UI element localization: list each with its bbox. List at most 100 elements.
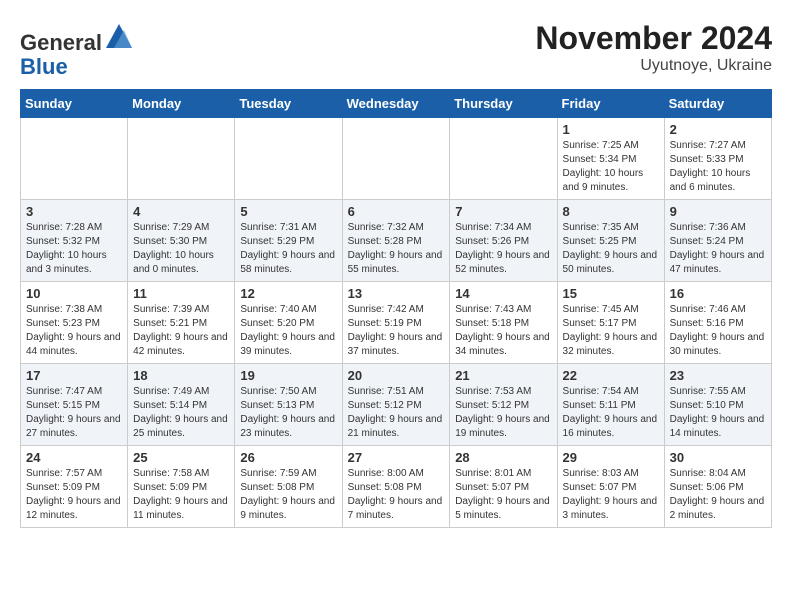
- day-info: Sunrise: 8:00 AMSunset: 5:08 PMDaylight:…: [348, 467, 445, 523]
- logo-blue-text: Blue: [20, 54, 68, 79]
- day-number: 13: [348, 286, 445, 301]
- day-info: Sunrise: 7:59 AMSunset: 5:08 PMDaylight:…: [240, 467, 336, 523]
- calendar-cell: 30 Sunrise: 8:04 AMSunset: 5:06 PMDayligh…: [664, 446, 771, 528]
- day-info: Sunrise: 7:27 AMSunset: 5:33 PMDaylight:…: [670, 139, 766, 195]
- day-info: Sunrise: 7:39 AMSunset: 5:21 PMDaylight:…: [133, 303, 229, 359]
- logo: General Blue: [20, 20, 134, 79]
- calendar-cell: 5 Sunrise: 7:31 AMSunset: 5:29 PMDaylight…: [235, 200, 342, 282]
- calendar-cell: 15 Sunrise: 7:45 AMSunset: 5:17 PMDayligh…: [557, 282, 664, 364]
- day-info: Sunrise: 7:28 AMSunset: 5:32 PMDaylight:…: [26, 221, 122, 277]
- logo-general-text: General: [20, 30, 102, 55]
- calendar-header-friday: Friday: [557, 90, 664, 118]
- calendar-cell: 10 Sunrise: 7:38 AMSunset: 5:23 PMDayligh…: [21, 282, 128, 364]
- day-info: Sunrise: 8:04 AMSunset: 5:06 PMDaylight:…: [670, 467, 766, 523]
- day-info: Sunrise: 8:03 AMSunset: 5:07 PMDaylight:…: [563, 467, 659, 523]
- day-info: Sunrise: 7:36 AMSunset: 5:24 PMDaylight:…: [670, 221, 766, 277]
- calendar-cell: 27 Sunrise: 8:00 AMSunset: 5:08 PMDayligh…: [342, 446, 450, 528]
- day-number: 21: [455, 368, 551, 383]
- day-number: 12: [240, 286, 336, 301]
- day-number: 16: [670, 286, 766, 301]
- day-info: Sunrise: 7:49 AMSunset: 5:14 PMDaylight:…: [133, 385, 229, 441]
- day-info: Sunrise: 7:42 AMSunset: 5:19 PMDaylight:…: [348, 303, 445, 359]
- calendar-cell: 24 Sunrise: 7:57 AMSunset: 5:09 PMDayligh…: [21, 446, 128, 528]
- title-area: November 2024 Uyutnoye, Ukraine: [535, 20, 772, 75]
- calendar-cell: 3 Sunrise: 7:28 AMSunset: 5:32 PMDaylight…: [21, 200, 128, 282]
- day-info: Sunrise: 7:35 AMSunset: 5:25 PMDaylight:…: [563, 221, 659, 277]
- day-number: 10: [26, 286, 122, 301]
- day-info: Sunrise: 7:34 AMSunset: 5:26 PMDaylight:…: [455, 221, 551, 277]
- calendar-cell: 4Sunrise: 7:29 AMSunset: 5:30 PMDaylight…: [128, 200, 235, 282]
- day-info: Sunrise: 8:01 AMSunset: 5:07 PMDaylight:…: [455, 467, 551, 523]
- calendar-cell: 18 Sunrise: 7:49 AMSunset: 5:14 PMDayligh…: [128, 364, 235, 446]
- day-number: 28: [455, 450, 551, 465]
- day-info: Sunrise: 7:54 AMSunset: 5:11 PMDaylight:…: [563, 385, 659, 441]
- calendar-header-monday: Monday: [128, 90, 235, 118]
- calendar-cell: 17Sunrise: 7:47 AMSunset: 5:15 PMDayligh…: [21, 364, 128, 446]
- day-number: 14: [455, 286, 551, 301]
- day-number: 3: [26, 204, 122, 219]
- day-number: 8: [563, 204, 659, 219]
- day-info: Sunrise: 7:57 AMSunset: 5:09 PMDaylight:…: [26, 467, 122, 523]
- day-number: 26: [240, 450, 336, 465]
- day-info: Sunrise: 7:47 AMSunset: 5:15 PMDaylight:…: [26, 385, 122, 441]
- day-number: 22: [563, 368, 659, 383]
- day-info: Sunrise: 7:31 AMSunset: 5:29 PMDaylight:…: [240, 221, 336, 277]
- calendar-week-row: 24 Sunrise: 7:57 AMSunset: 5:09 PMDayligh…: [21, 446, 772, 528]
- month-title: November 2024: [535, 20, 772, 57]
- day-info: Sunrise: 7:43 AMSunset: 5:18 PMDaylight:…: [455, 303, 551, 359]
- calendar-header-thursday: Thursday: [450, 90, 557, 118]
- calendar-cell: [450, 118, 557, 200]
- logo-icon: [104, 20, 134, 50]
- day-number: 29: [563, 450, 659, 465]
- calendar-header-tuesday: Tuesday: [235, 90, 342, 118]
- calendar-header-sunday: Sunday: [21, 90, 128, 118]
- calendar-cell: 14 Sunrise: 7:43 AMSunset: 5:18 PMDayligh…: [450, 282, 557, 364]
- calendar-cell: 12Sunrise: 7:40 AMSunset: 5:20 PMDayligh…: [235, 282, 342, 364]
- calendar-cell: 26 Sunrise: 7:59 AMSunset: 5:08 PMDayligh…: [235, 446, 342, 528]
- calendar-cell: 29 Sunrise: 8:03 AMSunset: 5:07 PMDayligh…: [557, 446, 664, 528]
- day-info: Sunrise: 7:50 AMSunset: 5:13 PMDaylight:…: [240, 385, 336, 441]
- calendar-cell: 2 Sunrise: 7:27 AMSunset: 5:33 PMDaylight…: [664, 118, 771, 200]
- calendar-cell: [342, 118, 450, 200]
- day-info: Sunrise: 7:53 AMSunset: 5:12 PMDaylight:…: [455, 385, 551, 441]
- day-number: 4: [133, 204, 229, 219]
- day-number: 15: [563, 286, 659, 301]
- day-number: 23: [670, 368, 766, 383]
- day-info: Sunrise: 7:38 AMSunset: 5:23 PMDaylight:…: [26, 303, 122, 359]
- day-info: Sunrise: 7:51 AMSunset: 5:12 PMDaylight:…: [348, 385, 445, 441]
- day-number: 27: [348, 450, 445, 465]
- calendar-cell: 8 Sunrise: 7:35 AMSunset: 5:25 PMDaylight…: [557, 200, 664, 282]
- calendar-cell: 28 Sunrise: 8:01 AMSunset: 5:07 PMDayligh…: [450, 446, 557, 528]
- calendar-cell: 1 Sunrise: 7:25 AMSunset: 5:34 PMDaylight…: [557, 118, 664, 200]
- day-info: Sunrise: 7:58 AMSunset: 5:09 PMDaylight:…: [133, 467, 229, 523]
- day-number: 18: [133, 368, 229, 383]
- day-number: 1: [563, 122, 659, 137]
- day-info: Sunrise: 7:25 AMSunset: 5:34 PMDaylight:…: [563, 139, 659, 195]
- calendar-cell: 11Sunrise: 7:39 AMSunset: 5:21 PMDayligh…: [128, 282, 235, 364]
- calendar-header-saturday: Saturday: [664, 90, 771, 118]
- calendar-header-wednesday: Wednesday: [342, 90, 450, 118]
- calendar-week-row: 17Sunrise: 7:47 AMSunset: 5:15 PMDayligh…: [21, 364, 772, 446]
- day-info: Sunrise: 7:32 AMSunset: 5:28 PMDaylight:…: [348, 221, 445, 277]
- day-info: Sunrise: 7:45 AMSunset: 5:17 PMDaylight:…: [563, 303, 659, 359]
- calendar-table: SundayMondayTuesdayWednesdayThursdayFrid…: [20, 89, 772, 528]
- calendar-cell: 21 Sunrise: 7:53 AMSunset: 5:12 PMDayligh…: [450, 364, 557, 446]
- calendar-cell: 9 Sunrise: 7:36 AMSunset: 5:24 PMDaylight…: [664, 200, 771, 282]
- calendar-cell: 7 Sunrise: 7:34 AMSunset: 5:26 PMDaylight…: [450, 200, 557, 282]
- day-number: 25: [133, 450, 229, 465]
- calendar-week-row: 1 Sunrise: 7:25 AMSunset: 5:34 PMDaylight…: [21, 118, 772, 200]
- day-number: 30: [670, 450, 766, 465]
- page-header: General Blue November 2024 Uyutnoye, Ukr…: [20, 20, 772, 79]
- day-number: 19: [240, 368, 336, 383]
- calendar-cell: 20Sunrise: 7:51 AMSunset: 5:12 PMDayligh…: [342, 364, 450, 446]
- day-number: 9: [670, 204, 766, 219]
- day-number: 5: [240, 204, 336, 219]
- calendar-cell: 23Sunrise: 7:55 AMSunset: 5:10 PMDayligh…: [664, 364, 771, 446]
- calendar-week-row: 3 Sunrise: 7:28 AMSunset: 5:32 PMDaylight…: [21, 200, 772, 282]
- calendar-cell: 6 Sunrise: 7:32 AMSunset: 5:28 PMDaylight…: [342, 200, 450, 282]
- day-number: 2: [670, 122, 766, 137]
- day-number: 6: [348, 204, 445, 219]
- day-number: 24: [26, 450, 122, 465]
- day-number: 7: [455, 204, 551, 219]
- calendar-week-row: 10 Sunrise: 7:38 AMSunset: 5:23 PMDayligh…: [21, 282, 772, 364]
